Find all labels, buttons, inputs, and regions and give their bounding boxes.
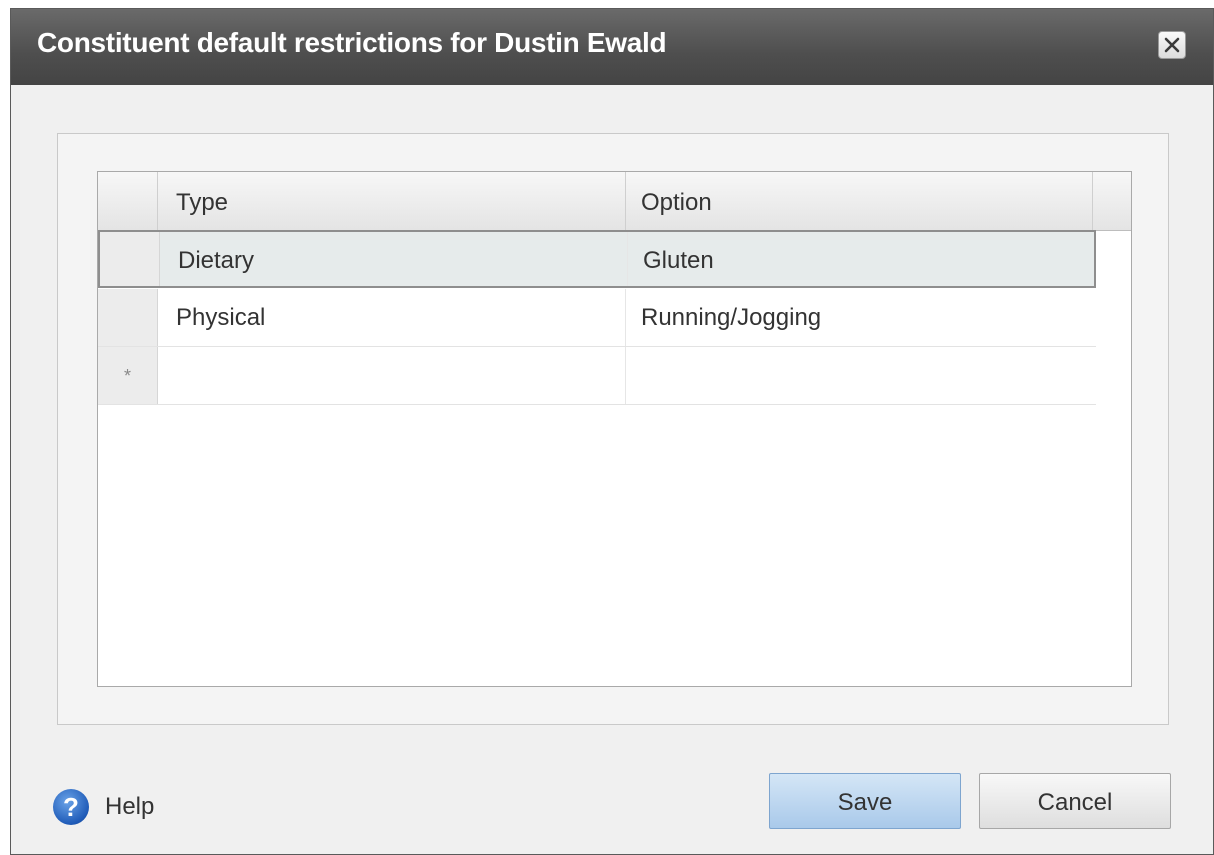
row-selector[interactable]: [98, 289, 158, 346]
new-cell-type[interactable]: [158, 347, 626, 404]
cell-option[interactable]: Gluten: [628, 232, 1098, 286]
close-icon: [1164, 37, 1180, 53]
cancel-button[interactable]: Cancel: [979, 773, 1171, 829]
new-row-marker[interactable]: *: [98, 347, 158, 404]
dialog-titlebar: Constituent default restrictions for Dus…: [11, 9, 1213, 85]
dialog-title: Constituent default restrictions for Dus…: [37, 27, 667, 58]
table-row[interactable]: Dietary Gluten: [98, 230, 1096, 288]
header-filler: [1093, 172, 1131, 230]
help-icon[interactable]: ?: [53, 789, 89, 825]
save-button[interactable]: Save: [769, 773, 961, 829]
cell-type[interactable]: Dietary: [160, 232, 628, 286]
column-header-option[interactable]: Option: [626, 172, 1093, 230]
close-button[interactable]: [1158, 31, 1186, 59]
column-header-type[interactable]: Type: [158, 172, 626, 230]
new-cell-option[interactable]: [626, 347, 1096, 404]
grid-corner: [98, 172, 158, 230]
grid-header: Type Option: [98, 172, 1131, 231]
cell-type[interactable]: Physical: [158, 289, 626, 346]
cell-option[interactable]: Running/Jogging: [626, 289, 1096, 346]
restrictions-dialog: Constituent default restrictions for Dus…: [10, 8, 1214, 855]
help-label[interactable]: Help: [105, 793, 154, 821]
new-row[interactable]: *: [98, 347, 1096, 405]
table-row[interactable]: Physical Running/Jogging: [98, 289, 1096, 347]
row-selector[interactable]: [100, 232, 160, 286]
restrictions-grid: Type Option Dietary Gluten Physical Runn…: [97, 171, 1132, 687]
